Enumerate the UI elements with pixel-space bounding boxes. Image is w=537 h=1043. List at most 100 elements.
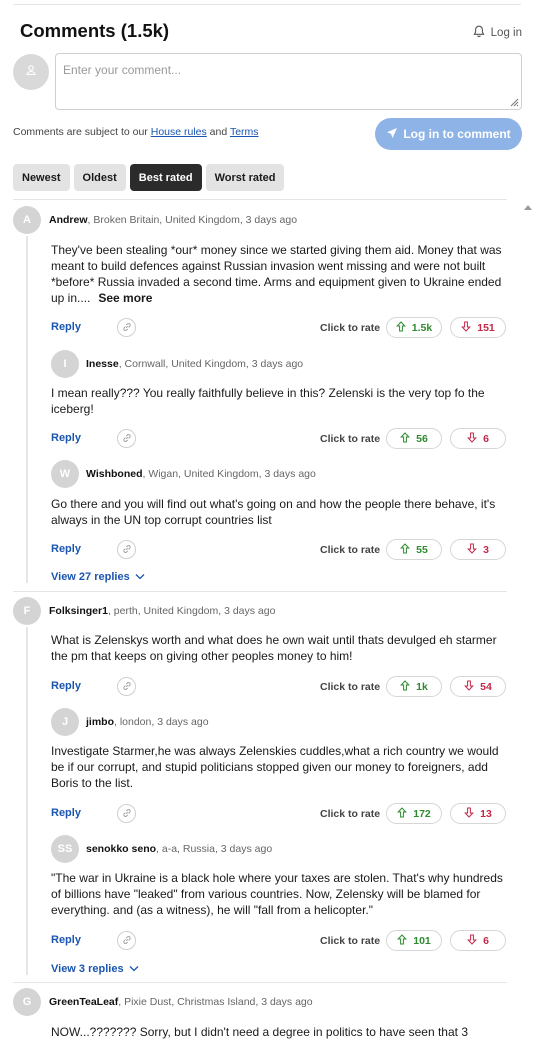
tab-oldest[interactable]: Oldest	[73, 164, 126, 191]
reply-button[interactable]: Reply	[51, 543, 81, 555]
comment-author[interactable]: GreenTeaLeaf	[49, 996, 118, 1008]
comment-author[interactable]: Folksinger1	[49, 605, 108, 617]
bell-icon	[473, 25, 485, 41]
comment-actions: Reply Click to rate 1.5k 151	[51, 317, 507, 339]
click-to-rate-label: Click to rate	[320, 935, 381, 947]
view-replies-button[interactable]: View 27 replies	[51, 571, 145, 583]
share-link-button[interactable]	[117, 804, 136, 823]
arrow-down-icon	[464, 680, 475, 694]
avatar: W	[51, 460, 79, 488]
arrow-down-icon	[467, 432, 478, 446]
reply-button[interactable]: Reply	[51, 321, 81, 333]
terms-link[interactable]: Terms	[230, 126, 259, 138]
list-divider	[13, 199, 507, 200]
header-login-link[interactable]: Log in	[473, 25, 522, 41]
resize-grip-icon[interactable]	[509, 97, 519, 107]
upvote-count: 56	[416, 432, 428, 445]
tab-best-rated[interactable]: Best rated	[129, 164, 202, 191]
comment-meta: GreenTeaLeaf, Pixie Dust, Christmas Isla…	[49, 996, 313, 1008]
arrow-up-icon	[400, 542, 411, 557]
upvote-count: 55	[416, 543, 428, 556]
link-icon	[122, 805, 132, 823]
downvote-button[interactable]: 3	[450, 539, 506, 560]
comment-body: Investigate Starmer,he was always Zelens…	[51, 743, 507, 791]
upvote-button[interactable]: 55	[386, 539, 442, 560]
comment-location-time: , perth, United Kingdom, 3 days ago	[107, 605, 276, 617]
sort-tabs: Newest Oldest Best rated Worst rated	[13, 164, 285, 191]
thread-divider	[13, 982, 507, 983]
share-link-button[interactable]	[117, 677, 136, 696]
upvote-count: 1.5k	[411, 321, 433, 334]
avatar: I	[51, 350, 79, 378]
comment-author[interactable]: Wishboned	[86, 468, 142, 480]
comments-header: Comments (1.5k) Log in	[20, 20, 522, 48]
comment-location-time: , Broken Britain, United Kingdom, 3 days…	[87, 214, 298, 226]
comment-body: NOW...??????? Sorry, but I didn't need a…	[51, 1024, 507, 1041]
comment-text: I mean really??? You really faithfully b…	[51, 386, 485, 416]
downvote-button[interactable]: 13	[450, 803, 506, 824]
downvote-button[interactable]: 54	[450, 676, 506, 697]
arrow-down-icon	[461, 321, 472, 335]
arrow-up-icon	[397, 933, 408, 948]
share-link-button[interactable]	[117, 931, 136, 950]
reply-button[interactable]: Reply	[51, 680, 81, 692]
upvote-button[interactable]: 56	[386, 428, 442, 449]
comment-author[interactable]: Andrew	[49, 214, 88, 226]
comment-body: Go there and you will find out what's go…	[51, 496, 507, 528]
comment-author[interactable]: senokko seno	[86, 843, 156, 855]
comment-text: What is Zelenskys worth and what does he…	[51, 633, 497, 663]
upvote-button[interactable]: 172	[386, 803, 442, 824]
share-link-button[interactable]	[117, 318, 136, 337]
avatar: A	[13, 206, 41, 234]
comment-body: I mean really??? You really faithfully b…	[51, 385, 507, 417]
reply-button[interactable]: Reply	[51, 432, 81, 444]
login-to-comment-button[interactable]: Log in to comment	[375, 118, 522, 150]
comment-meta: Inesse, Cornwall, United Kingdom, 3 days…	[86, 358, 303, 370]
comments-title: Comments (1.5k)	[20, 20, 170, 41]
arrow-down-icon	[464, 807, 475, 821]
thread-line	[26, 236, 28, 583]
downvote-button[interactable]: 6	[450, 930, 506, 951]
comment-meta: senokko seno, a-a, Russia, 3 days ago	[86, 843, 272, 855]
comment-author[interactable]: jimbo	[86, 716, 114, 728]
comment-author[interactable]: Inesse	[86, 358, 119, 370]
upvote-button[interactable]: 1k	[386, 676, 442, 697]
thread-divider	[13, 591, 507, 592]
comment-actions: Reply Click to rate 1k 54	[51, 676, 507, 698]
scroll-up-icon[interactable]	[523, 203, 533, 211]
click-to-rate-label: Click to rate	[320, 433, 381, 445]
rules-and: and	[206, 126, 230, 138]
downvote-button[interactable]: 151	[450, 317, 506, 338]
comment-input[interactable]	[55, 53, 522, 110]
view-replies-button[interactable]: View 3 replies	[51, 963, 139, 975]
reply-button[interactable]: Reply	[51, 807, 81, 819]
tab-worst-rated[interactable]: Worst rated	[205, 164, 285, 191]
house-rules-link[interactable]: House rules	[151, 126, 207, 138]
comment-meta: jimbo, london, 3 days ago	[86, 716, 209, 728]
arrow-up-icon	[395, 320, 406, 335]
downvote-button[interactable]: 6	[450, 428, 506, 449]
arrow-up-icon	[400, 679, 411, 694]
avatar: J	[51, 708, 79, 736]
reply-button[interactable]: Reply	[51, 934, 81, 946]
share-link-button[interactable]	[117, 540, 136, 559]
arrow-down-icon	[467, 543, 478, 557]
arrow-up-icon	[397, 806, 408, 821]
downvote-count: 6	[483, 432, 489, 445]
downvote-count: 13	[480, 807, 492, 820]
upvote-count: 101	[413, 934, 431, 947]
link-icon	[122, 678, 132, 696]
upvote-button[interactable]: 1.5k	[386, 317, 442, 338]
click-to-rate-label: Click to rate	[320, 322, 381, 334]
upvote-button[interactable]: 101	[386, 930, 442, 951]
avatar: SS	[51, 835, 79, 863]
tab-newest[interactable]: Newest	[13, 164, 70, 191]
share-link-button[interactable]	[117, 429, 136, 448]
comment-meta: Andrew, Broken Britain, United Kingdom, …	[49, 214, 297, 226]
link-icon	[122, 319, 132, 337]
link-icon	[122, 541, 132, 559]
comment-location-time: , a-a, Russia, 3 days ago	[156, 843, 273, 855]
downvote-count: 54	[480, 680, 492, 693]
chevron-down-icon	[129, 963, 139, 975]
see-more-link[interactable]: See more	[98, 291, 152, 305]
